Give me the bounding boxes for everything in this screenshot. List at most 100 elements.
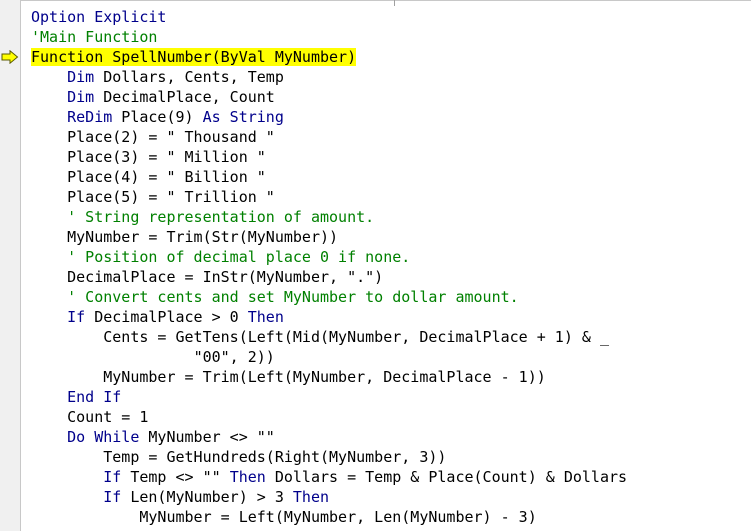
execution-point-arrow-icon [1, 50, 19, 64]
code-line[interactable]: If DecimalPlace > 0 Then [31, 307, 627, 327]
code-line-content: Temp = GetHundreds(Right(MyNumber, 3)) [31, 448, 446, 466]
code-line-content: MyNumber = Left(MyNumber, Len(MyNumber) … [31, 508, 537, 526]
code-line[interactable]: Place(3) = " Million " [31, 147, 627, 167]
code-line-content: Count = 1 [31, 408, 148, 426]
keyword-token: If [67, 308, 86, 326]
code-line-content: Place(3) = " Million " [31, 148, 266, 166]
code-line[interactable]: End If [31, 387, 627, 407]
code-line-content: End If [31, 388, 121, 406]
code-line[interactable]: Place(5) = " Trillion " [31, 187, 627, 207]
comment-token: 'Main Function [31, 28, 158, 46]
code-line-content: DecimalPlace = InStr(MyNumber, ".") [31, 268, 383, 286]
code-area[interactable]: Option Explicit 'Main Function Function Sp… [31, 7, 627, 527]
code-token: Temp = GetHundreds(Right(MyNumber, 3)) [103, 448, 447, 466]
code-line[interactable]: Place(2) = " Thousand " [31, 127, 627, 147]
code-line[interactable]: Cents = GetTens(Left(Mid(MyNumber, Decim… [31, 327, 627, 347]
comment-token: ' String representation of amount. [67, 208, 375, 226]
keyword-token: If [103, 468, 122, 486]
code-line-content: Cents = GetTens(Left(Mid(MyNumber, Decim… [31, 328, 609, 346]
code-line-content: Option Explicit [31, 8, 166, 26]
code-line-content: "00", 2)) [31, 348, 275, 366]
current-execution-line: Function SpellNumber(ByVal MyNumber) [31, 48, 357, 66]
keyword-token: Then [229, 468, 266, 486]
vba-code-editor[interactable]: Option Explicit 'Main Function Function Sp… [0, 0, 751, 531]
keyword-token: Then [247, 308, 284, 326]
code-line[interactable]: Do While MyNumber <> "" [31, 427, 627, 447]
keyword-token: Dim [67, 68, 95, 86]
code-line-content: MyNumber = Trim(Left(MyNumber, DecimalPl… [31, 368, 546, 386]
code-line[interactable]: Place(4) = " Billion " [31, 167, 627, 187]
code-token: DecimalPlace = InStr(MyNumber, ".") [67, 268, 384, 286]
code-line-content: ' String representation of amount. [31, 208, 374, 226]
code-line[interactable]: If Len(MyNumber) > 3 Then [31, 487, 627, 507]
keyword-token: As String [202, 108, 284, 126]
code-line-content: Dim DecimalPlace, Count [31, 88, 275, 106]
code-token: Place(2) = " Thousand " [67, 128, 275, 146]
breakpoint-margin[interactable] [0, 0, 21, 531]
code-line[interactable]: MyNumber = Trim(Left(MyNumber, DecimalPl… [31, 367, 627, 387]
code-token: Cents = GetTens(Left(Mid(MyNumber, Decim… [103, 328, 609, 346]
code-line[interactable]: Dim Dollars, Cents, Temp [31, 67, 627, 87]
code-line[interactable]: Option Explicit [31, 7, 627, 27]
keyword-token: Option Explicit [31, 8, 167, 26]
code-line[interactable]: ' String representation of amount. [31, 207, 627, 227]
code-token: MyNumber = Trim(Left(MyNumber, DecimalPl… [103, 368, 546, 386]
code-line[interactable]: MyNumber = Left(MyNumber, Len(MyNumber) … [31, 507, 627, 527]
code-line-content: ReDim Place(9) As String [31, 108, 284, 126]
code-line-content: 'Main Function [31, 28, 157, 46]
code-line[interactable]: Dim DecimalPlace, Count [31, 87, 627, 107]
code-line-content: MyNumber = Trim(Str(MyNumber)) [31, 228, 338, 246]
code-token: MyNumber = Left(MyNumber, Len(MyNumber) … [139, 508, 537, 526]
code-token: Count = 1 [67, 408, 149, 426]
code-line[interactable]: If Temp <> "" Then Dollars = Temp & Plac… [31, 467, 627, 487]
code-line[interactable]: Temp = GetHundreds(Right(MyNumber, 3)) [31, 447, 627, 467]
comment-token: ' Convert cents and set MyNumber to doll… [67, 288, 519, 306]
code-line-content: ' Convert cents and set MyNumber to doll… [31, 288, 519, 306]
code-line[interactable]: MyNumber = Trim(Str(MyNumber)) [31, 227, 627, 247]
code-token: Function SpellNumber(ByVal MyNumber) [31, 48, 357, 66]
code-line[interactable]: ' Position of decimal place 0 if none. [31, 247, 627, 267]
code-token: MyNumber <> "" [139, 428, 275, 446]
code-token: MyNumber = Trim(Str(MyNumber)) [67, 228, 339, 246]
code-line[interactable]: Count = 1 [31, 407, 627, 427]
code-line-content: ' Position of decimal place 0 if none. [31, 248, 410, 266]
keyword-token: Do While [67, 428, 140, 446]
code-line[interactable]: Function SpellNumber(ByVal MyNumber) [31, 47, 627, 67]
comment-token: ' Position of decimal place 0 if none. [67, 248, 411, 266]
splitter-notch [394, 0, 395, 6]
code-line[interactable]: ' Convert cents and set MyNumber to doll… [31, 287, 627, 307]
code-token: Place(9) [112, 108, 203, 126]
code-line-content: If DecimalPlace > 0 Then [31, 308, 284, 326]
code-line-content: If Temp <> "" Then Dollars = Temp & Plac… [31, 468, 627, 486]
code-line[interactable]: ReDim Place(9) As String [31, 107, 627, 127]
code-line-content: If Len(MyNumber) > 3 Then [31, 488, 329, 506]
code-line[interactable]: 'Main Function [31, 27, 627, 47]
code-token: DecimalPlace, Count [94, 88, 275, 106]
code-line-content: Place(2) = " Thousand " [31, 128, 275, 146]
keyword-token: Dim [67, 88, 95, 106]
code-line[interactable]: "00", 2)) [31, 347, 627, 367]
code-token: Dollars = Temp & Place(Count) & Dollars [265, 468, 628, 486]
keyword-token: Then [292, 488, 330, 506]
code-token: Place(4) = " Billion " [67, 168, 266, 186]
code-line-content: Dim Dollars, Cents, Temp [31, 68, 284, 86]
code-line[interactable]: DecimalPlace = InStr(MyNumber, ".") [31, 267, 627, 287]
